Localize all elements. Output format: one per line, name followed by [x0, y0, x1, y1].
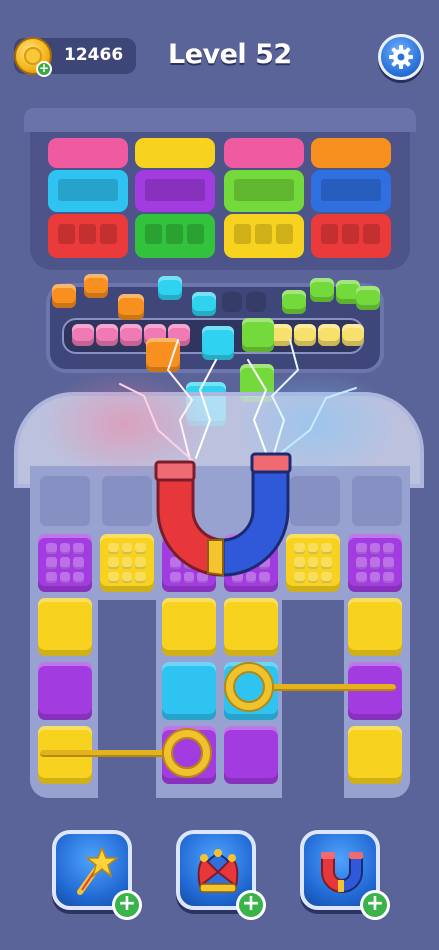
star-wand-icon	[77, 846, 118, 895]
bin-shelf-lip	[24, 108, 416, 132]
bin-yellow	[135, 138, 215, 168]
add-booster-hat-icon[interactable]: +	[236, 890, 266, 920]
grid-tile-yellow[interactable]	[100, 534, 154, 592]
coin-count: 12466	[64, 45, 124, 65]
tile-cyan[interactable]	[162, 662, 216, 720]
tile-yellow[interactable]	[38, 598, 92, 656]
bin-green	[135, 214, 215, 258]
magnet-icon	[154, 452, 292, 577]
cube-orange[interactable]	[84, 274, 108, 298]
bin-red	[311, 214, 391, 258]
grid-tile-purple[interactable]	[348, 534, 402, 592]
grid-tile-purple[interactable]	[38, 534, 92, 592]
settings-button[interactable]	[378, 34, 424, 80]
jester-hat-icon	[197, 849, 239, 893]
gear-icon	[389, 45, 413, 69]
bin-cyan	[48, 170, 128, 212]
pin-rod-left	[40, 750, 168, 757]
bin-pink	[224, 138, 304, 168]
bin-orange	[311, 138, 391, 168]
bin-purple	[135, 170, 215, 212]
pin-rod-right	[268, 684, 396, 691]
board-gap	[282, 600, 344, 798]
board-gap	[98, 600, 156, 798]
add-booster-magnet-icon[interactable]: +	[360, 890, 390, 920]
bin-blue	[311, 170, 391, 212]
top-hud: + 12466 Level 52	[0, 0, 439, 110]
magnet-icon	[321, 852, 363, 894]
cube-cyan[interactable]	[158, 276, 182, 300]
bin-lime	[224, 170, 304, 212]
pin-handle-right[interactable]	[226, 664, 272, 710]
tile-yellow[interactable]	[162, 598, 216, 656]
bin-red	[48, 214, 128, 258]
tile-yellow[interactable]	[348, 598, 402, 656]
board-gap	[30, 798, 410, 808]
pin-handle-left[interactable]	[164, 730, 210, 776]
game-screen: + 12466 Level 52 + + +	[0, 0, 439, 950]
tile-purple[interactable]	[38, 662, 92, 720]
bin-pink	[48, 138, 128, 168]
tile-purple[interactable]	[348, 662, 402, 720]
add-coins-icon[interactable]: +	[36, 61, 52, 77]
level-title: Level 52	[168, 39, 292, 70]
bin-yellow	[224, 214, 304, 258]
tile-yellow[interactable]	[348, 726, 402, 784]
cube-lime[interactable]	[310, 278, 334, 302]
tile-purple[interactable]	[224, 726, 278, 784]
tile-yellow[interactable]	[224, 598, 278, 656]
add-booster-wand-icon[interactable]: +	[112, 890, 142, 920]
